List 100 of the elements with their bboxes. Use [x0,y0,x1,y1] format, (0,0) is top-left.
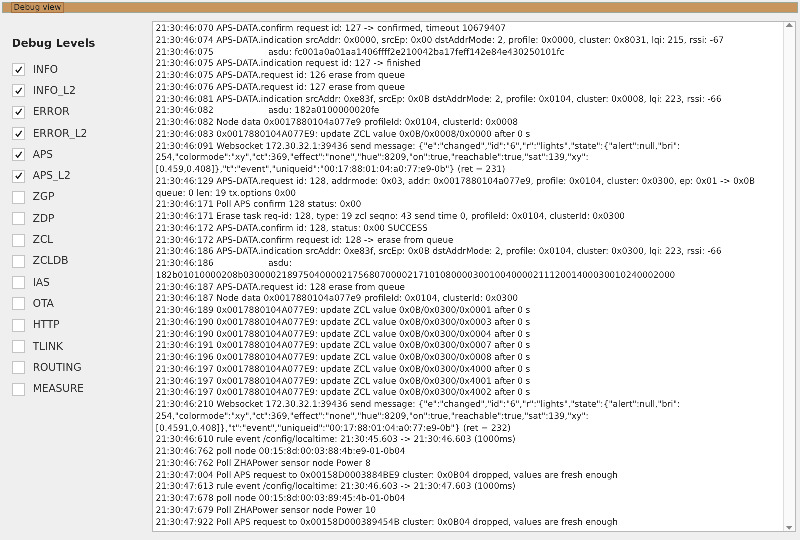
log-line: 21:30:46:190 0x0017880104A077E9: update ZCL value 0x0B/0x0300/0x0004 after 0 s [156,330,532,342]
scroll-down-icon[interactable] [786,525,793,531]
level-label: TLINK [33,340,64,352]
log-line: 21:30:46:081 APS-DATA.indication srcAddr: 0xe83f, srcEp: 0x0B dstAddrMode: 2, profile: 0x0104, cluster: 0x0008, lqi: 223, rssi: -66 [156,94,723,106]
log-line: 21:30:46:189 0x0017880104A077E9: update ZCL value 0x0B/0x0300/0x0001 after 0 s [156,306,532,318]
check-icon [14,130,22,138]
levels-heading: Debug Levels [12,37,96,50]
log-line: 21:30:46:187 APS-DATA.request id: 128 erase from queue [156,282,406,294]
level-label: INFO [33,64,58,76]
log-line: 21:30:47:679 Poll ZHAPower sensor node Power 10 [156,506,378,518]
level-label: APS_L2 [33,170,71,182]
log-line: queue: 0 len: 19 tx.options 0x00 [156,188,298,200]
log-line: 21:30:47:678 poll node 00:15:8d:00:03:89:45:4b-01-0b04 [156,494,407,506]
log-line: 21:30:46:762 poll node 00:15:8d:00:03:88:4b:e9-01-0b04 [156,447,407,459]
scroll-up-icon[interactable] [786,22,793,28]
level-label: INFO_L2 [33,84,76,97]
log-line: 21:30:46:186 APS-DATA.indication srcAddr: 0xe83f, srcEp: 0x0B dstAddrMode: 2, profile: 0x0104, cluster: 0x0300, lqi: 223, rssi: -66 [156,247,723,259]
log-line: 21:30:46:076 APS-DATA.request id: 127 erase from queue [156,82,406,94]
check-icon [14,150,22,159]
level-checkbox[interactable]: OTA [12,293,152,315]
level-checkbox[interactable]: APS [12,144,152,166]
level-label: IAS [33,276,50,289]
checkbox[interactable] [12,382,25,396]
log-line: 21:30:46:191 0x0017880104A077E9: update ZCL value 0x0B/0x0300/0x0007 after 0 s [156,341,532,353]
log-line: 21:30:46:082 asdu: 182a0100000020fe [156,106,380,118]
checkbox[interactable] [12,170,25,183]
level-checkbox[interactable]: HTTP [12,314,152,336]
level-label: OTA [33,298,54,310]
log-line: 21:30:47:613 rule event /config/localtime: 21:30:46.603 -> 21:30:47.603 (1000ms) [156,482,517,494]
log-line: 21:30:46:210 Websocket 172.30.32.1:39436 send message: {"e":"changed","id":"6","r":"lights","state":{"alert":null,"bri": [156,400,682,412]
level-checkbox[interactable]: ZCL [12,229,152,251]
level-label: MEASURE [33,383,84,396]
log-line: 21:30:46:129 APS-DATA.request id: 128, addrmode: 0x03, addr: 0x0017880104a077e9, profile: 0x0104, cluster: 0x0300, ep: 0x01 -> 0x0B [156,176,756,188]
level-label: ERROR [33,106,70,118]
checkbox[interactable] [12,318,25,332]
checkbox[interactable] [12,106,25,119]
log-line: 21:30:46:186 asdu: [156,259,294,271]
level-checkbox[interactable]: APS_L2 [12,165,152,187]
checkbox[interactable] [12,127,25,140]
log-line: 21:30:46:187 Node data 0x0017880104a077e9 profileId: 0x0104, clusterId: 0x0300 [156,294,520,306]
log-line: 21:30:47:004 Poll APS request to 0x00158D0003884BE9 cluster: 0x0B04 dropped, values are fresh enough [156,470,620,482]
check-icon [14,172,22,180]
check-icon [14,86,22,95]
checkbox[interactable] [12,148,25,162]
log-line: 21:30:46:075 APS-DATA.indication request id: 127 -> finished [156,59,422,71]
level-checkbox[interactable]: ROUTING [12,357,152,378]
checkbox[interactable] [12,276,25,290]
log-line: 21:30:46:762 Poll ZHAPower sensor node Power 8 [156,458,372,470]
checkbox[interactable] [12,361,25,374]
log-line: 21:30:46:082 Node data 0x0017880104a077e9 profileId: 0x0104, clusterId: 0x0008 [156,118,520,130]
log-line: 21:30:46:171 Poll APS confirm 128 status: 0x00 [156,200,362,212]
log-line: 21:30:46:196 0x0017880104A077E9: update ZCL value 0x0B/0x0300/0x0008 after 0 s [156,353,532,365]
level-label: ZCLDB [33,255,69,268]
level-checkbox[interactable]: ZDP [12,208,152,230]
level-checkbox[interactable]: MEASURE [12,378,152,400]
level-checkbox[interactable]: ZGP [12,186,152,208]
checkbox[interactable] [12,254,25,268]
log-line: 254,"colormode":"xy","ct":369,"effect":"none","hue":8209,"on":true,"reachable":true,"sat":139,"xy": [156,412,590,424]
level-checkbox[interactable]: ERROR_L2 [12,122,152,144]
log-line: 21:30:46:610 rule event /config/localtime: 21:30:45.603 -> 21:30:46.603 (1000ms) [156,435,517,447]
level-label: ERROR_L2 [33,128,88,140]
window-title: Debug view [11,2,64,13]
checkbox[interactable] [12,190,25,204]
log-line: 21:30:46:075 asdu: fc001a0a01aa1406ffff2e210042ba17feff142e84e430250101fc [156,48,566,60]
level-label: ZGP [33,191,55,204]
check-icon [14,66,22,74]
log-line: 21:30:47:922 Poll APS request to 0x00158D000389454B cluster: 0x0B04 dropped, values are fresh enough [156,518,620,530]
level-label: APS [33,148,54,161]
checkbox[interactable] [12,63,25,76]
level-checkbox[interactable]: INFO_L2 [12,80,152,102]
log-line: 21:30:46:172 APS-DATA.confirm request id: 128 -> erase from queue [156,236,455,248]
log-line: 21:30:46:070 APS-DATA.confirm request id: 127 -> confirmed, timeout 10679407 [156,24,508,36]
log-line: 21:30:46:172 APS-DATA.confirm id: 128, status: 0x00 SUCCESS [156,224,429,236]
checkbox[interactable] [12,84,25,98]
log-line: [0.4591,0.408]},"t":"event","uniqueid":"00:17:88:01:04:a0:77:e9-0b"} (ret = 232) [156,424,512,436]
level-label: ZDP [33,212,55,225]
log-line: 21:30:46:197 0x0017880104A077E9: update ZCL value 0x0B/0x0300/0x4000 after 0 s [156,364,532,376]
level-checkbox[interactable]: IAS [12,272,152,294]
log-line: 21:30:46:091 Websocket 172.30.32.1:39436 send message: {"e":"changed","id":"6","r":"lights","state":{"alert":null,"bri": [156,142,682,154]
scrollbar[interactable] [783,22,795,531]
log-line: 21:30:46:083 0x0017880104A077E9: update ZCL value 0x0B/0x0008/0x0000 after 0 s [156,130,532,142]
log-line: 21:30:46:074 APS-DATA.indication srcAddr: 0x0000, srcEp: 0x00 dstAddrMode: 2, profile: 0x0000, cluster: 0x8031, lqi: 215, rssi: -67 [156,36,726,48]
level-label: ROUTING [33,362,82,374]
level-checkbox[interactable]: ZCLDB [12,250,152,272]
log-line: 21:30:46:197 0x0017880104A077E9: update ZCL value 0x0B/0x0300/0x4001 after 0 s [156,376,532,388]
checkbox[interactable] [12,234,25,247]
log-line: 254,"colormode":"xy","ct":369,"effect":"none","hue":8209,"on":true,"reachable":true,"sat":139,"xy": [156,153,590,165]
level-checkbox[interactable]: ERROR [12,102,152,123]
log-line: 21:30:46:197 0x0017880104A077E9: update ZCL value 0x0B/0x0300/0x4002 after 0 s [156,388,532,400]
log-line: 182b01010000208b0300002189750400002175680700002171010800003001004000021112001400030010240002000 [156,270,676,282]
level-checkbox[interactable]: INFO [12,59,152,80]
checkbox[interactable] [12,212,25,226]
checkbox[interactable] [12,297,25,310]
log-line: [0.459,0.408]},"t":"event","uniqueid":"00:17:88:01:04:a0:77:e9-0b"} (ret = 231) [156,165,507,177]
log-line: 21:30:46:075 APS-DATA.request id: 126 erase from queue [156,71,406,83]
log-line: 21:30:46:171 Erase task req-id: 128, type: 19 zcl seqno: 43 send time 0, profileId: 0x0104, clusterId: 0x0300 [156,212,626,224]
level-label: ZCL [33,234,54,246]
check-icon [14,108,22,116]
checkbox[interactable] [12,340,25,353]
level-checkbox[interactable]: TLINK [12,336,152,358]
